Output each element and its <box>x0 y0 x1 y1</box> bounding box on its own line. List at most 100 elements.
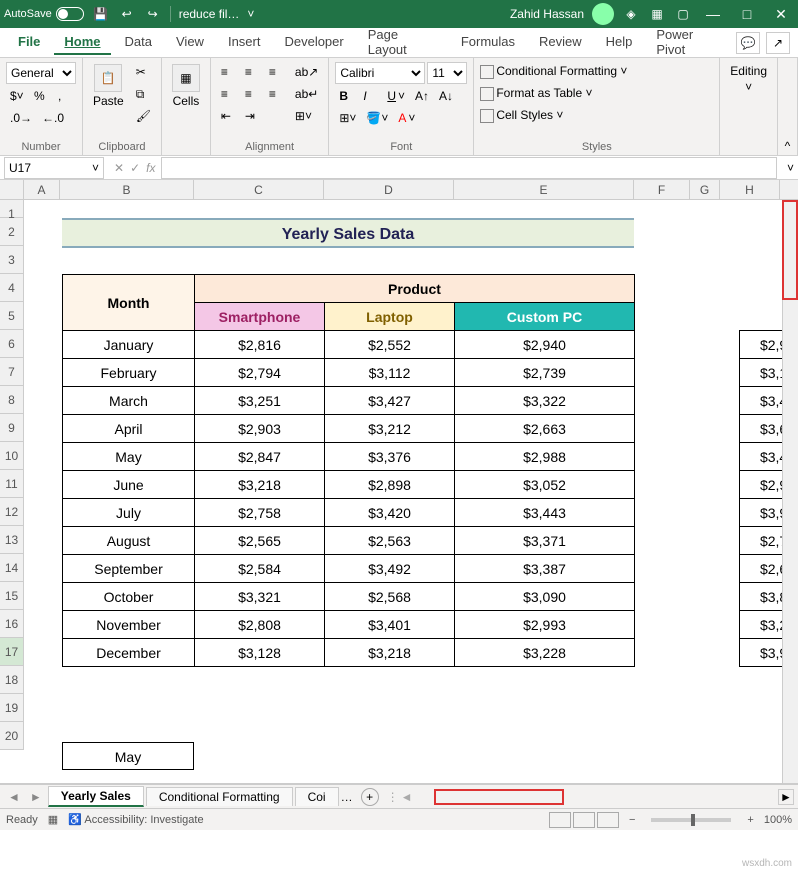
tab-power-pivot[interactable]: Power Pivot <box>646 23 732 63</box>
row-header[interactable]: 2 <box>0 218 24 246</box>
row-header[interactable]: 8 <box>0 386 24 414</box>
table-cell[interactable]: $3,401 <box>325 611 455 639</box>
table-cell[interactable]: $2,794 <box>195 359 325 387</box>
table-cell[interactable]: $2,988 <box>455 443 635 471</box>
enter-formula-icon[interactable]: ✓ <box>130 161 140 175</box>
row-header[interactable]: 20 <box>0 722 24 750</box>
comments-button[interactable]: 💬 <box>736 32 760 54</box>
avatar[interactable] <box>592 3 614 25</box>
table-cell[interactable]: $2,584 <box>195 555 325 583</box>
font-color-button[interactable]: A˅ <box>394 108 419 128</box>
table-cell[interactable]: $2,739 <box>455 359 635 387</box>
maximize-button[interactable]: □ <box>734 6 760 22</box>
table-cell[interactable]: $2,808 <box>195 611 325 639</box>
table-cell[interactable]: July <box>63 499 195 527</box>
row-headers[interactable]: 1234567891011121314151617181920 <box>0 200 24 750</box>
table-cell[interactable]: $3,218 <box>325 639 455 667</box>
table-cell[interactable]: $3,052 <box>455 471 635 499</box>
increase-decimal-button[interactable]: .0→ <box>6 108 36 128</box>
cut-button[interactable]: ✂ <box>132 62 155 82</box>
table-cell[interactable]: $2,816 <box>195 331 325 359</box>
row-header[interactable]: 6 <box>0 330 24 358</box>
table-cell[interactable]: $3,387 <box>455 555 635 583</box>
sheet-nav-next[interactable]: ► <box>26 790 46 804</box>
table-cell[interactable]: $3,212 <box>325 415 455 443</box>
zoom-slider[interactable] <box>651 818 731 822</box>
table-cell[interactable]: $3,228 <box>455 639 635 667</box>
table-cell[interactable]: February <box>63 359 195 387</box>
format-painter-button[interactable]: 🖌 <box>132 106 155 126</box>
table-cell[interactable]: $3,218 <box>195 471 325 499</box>
sheet-tab-conditional-formatting[interactable]: Conditional Formatting <box>146 787 293 806</box>
table-cell[interactable]: $3,492 <box>325 555 455 583</box>
horizontal-scroll-right[interactable]: ► <box>778 789 794 805</box>
table-cell[interactable]: $2,940 <box>455 331 635 359</box>
borders-button[interactable]: ⊞˅ <box>335 108 360 128</box>
table-cell[interactable]: $3,427 <box>325 387 455 415</box>
col-header[interactable]: C <box>194 180 324 200</box>
sheet-tab-truncated[interactable]: Coi <box>295 787 339 806</box>
tab-insert[interactable]: Insert <box>218 30 271 55</box>
row-header[interactable]: 18 <box>0 666 24 694</box>
decrease-font-button[interactable]: A↓ <box>435 86 457 106</box>
row-header[interactable]: 7 <box>0 358 24 386</box>
normal-view-button[interactable] <box>549 812 571 828</box>
table-cell[interactable]: December <box>63 639 195 667</box>
row-header[interactable]: 12 <box>0 498 24 526</box>
grid-icon[interactable]: ▦ <box>648 5 666 23</box>
tab-view[interactable]: View <box>166 30 214 55</box>
underline-button[interactable]: U˅ <box>383 86 409 106</box>
expand-formula-icon[interactable]: ˅ <box>783 161 798 175</box>
col-header[interactable]: F <box>634 180 690 200</box>
table-cell[interactable]: September <box>63 555 195 583</box>
copy-button[interactable]: ⧉ <box>132 84 155 104</box>
redo-icon[interactable]: ↪ <box>144 5 162 23</box>
table-cell[interactable]: October <box>63 583 195 611</box>
table-cell[interactable]: January <box>63 331 195 359</box>
row-header[interactable]: 13 <box>0 526 24 554</box>
percent-button[interactable]: % <box>30 86 52 106</box>
row-header[interactable]: 1 <box>0 200 24 218</box>
zoom-level[interactable]: 100% <box>764 814 792 826</box>
decrease-decimal-button[interactable]: ←.0 <box>38 108 68 128</box>
currency-button[interactable]: $˅ <box>6 86 28 106</box>
align-middle-button[interactable]: ≡ <box>241 62 263 82</box>
chevron-down-icon[interactable]: ˅ <box>92 161 99 175</box>
align-top-button[interactable]: ≡ <box>217 62 239 82</box>
table-cell[interactable]: $3,443 <box>455 499 635 527</box>
table-cell[interactable]: $3,251 <box>195 387 325 415</box>
row-header[interactable]: 17 <box>0 638 24 666</box>
save-icon[interactable]: 💾 <box>92 5 110 23</box>
cell-styles-button[interactable]: Cell Styles ˅ <box>480 106 713 124</box>
col-header[interactable]: B <box>60 180 194 200</box>
comma-button[interactable]: , <box>54 86 76 106</box>
increase-indent-button[interactable]: ⇥ <box>241 106 263 126</box>
col-header[interactable]: D <box>324 180 454 200</box>
table-cell[interactable]: $2,898 <box>325 471 455 499</box>
toggle-off-icon[interactable] <box>56 7 84 21</box>
table-cell[interactable]: $2,993 <box>455 611 635 639</box>
table-cell[interactable]: $2,552 <box>325 331 455 359</box>
fx-icon[interactable]: fx <box>146 161 155 175</box>
collapse-ribbon-button[interactable]: ^ <box>778 58 798 155</box>
row-header[interactable]: 19 <box>0 694 24 722</box>
row-header[interactable]: 4 <box>0 274 24 302</box>
italic-button[interactable]: I <box>359 86 381 106</box>
table-cell[interactable]: $3,112 <box>325 359 455 387</box>
name-box[interactable]: U17˅ <box>4 157 104 179</box>
align-left-button[interactable]: ≡ <box>217 84 239 104</box>
tab-home[interactable]: Home <box>54 30 110 55</box>
diamond-icon[interactable]: ◈ <box>622 5 640 23</box>
new-sheet-button[interactable]: + <box>361 788 379 806</box>
macro-record-icon[interactable]: ▦ <box>48 813 58 826</box>
close-button[interactable]: ✕ <box>768 6 794 23</box>
table-cell[interactable]: $2,903 <box>195 415 325 443</box>
spreadsheet-grid[interactable]: ABCDEFGH 1234567891011121314151617181920… <box>0 180 798 784</box>
align-bottom-button[interactable]: ≡ <box>265 62 287 82</box>
cells-button[interactable]: ▦ Cells <box>168 62 204 110</box>
tab-review[interactable]: Review <box>529 30 592 55</box>
col-header[interactable]: A <box>24 180 60 200</box>
row-header[interactable]: 16 <box>0 610 24 638</box>
row-header[interactable]: 9 <box>0 414 24 442</box>
col-header[interactable]: G <box>690 180 720 200</box>
